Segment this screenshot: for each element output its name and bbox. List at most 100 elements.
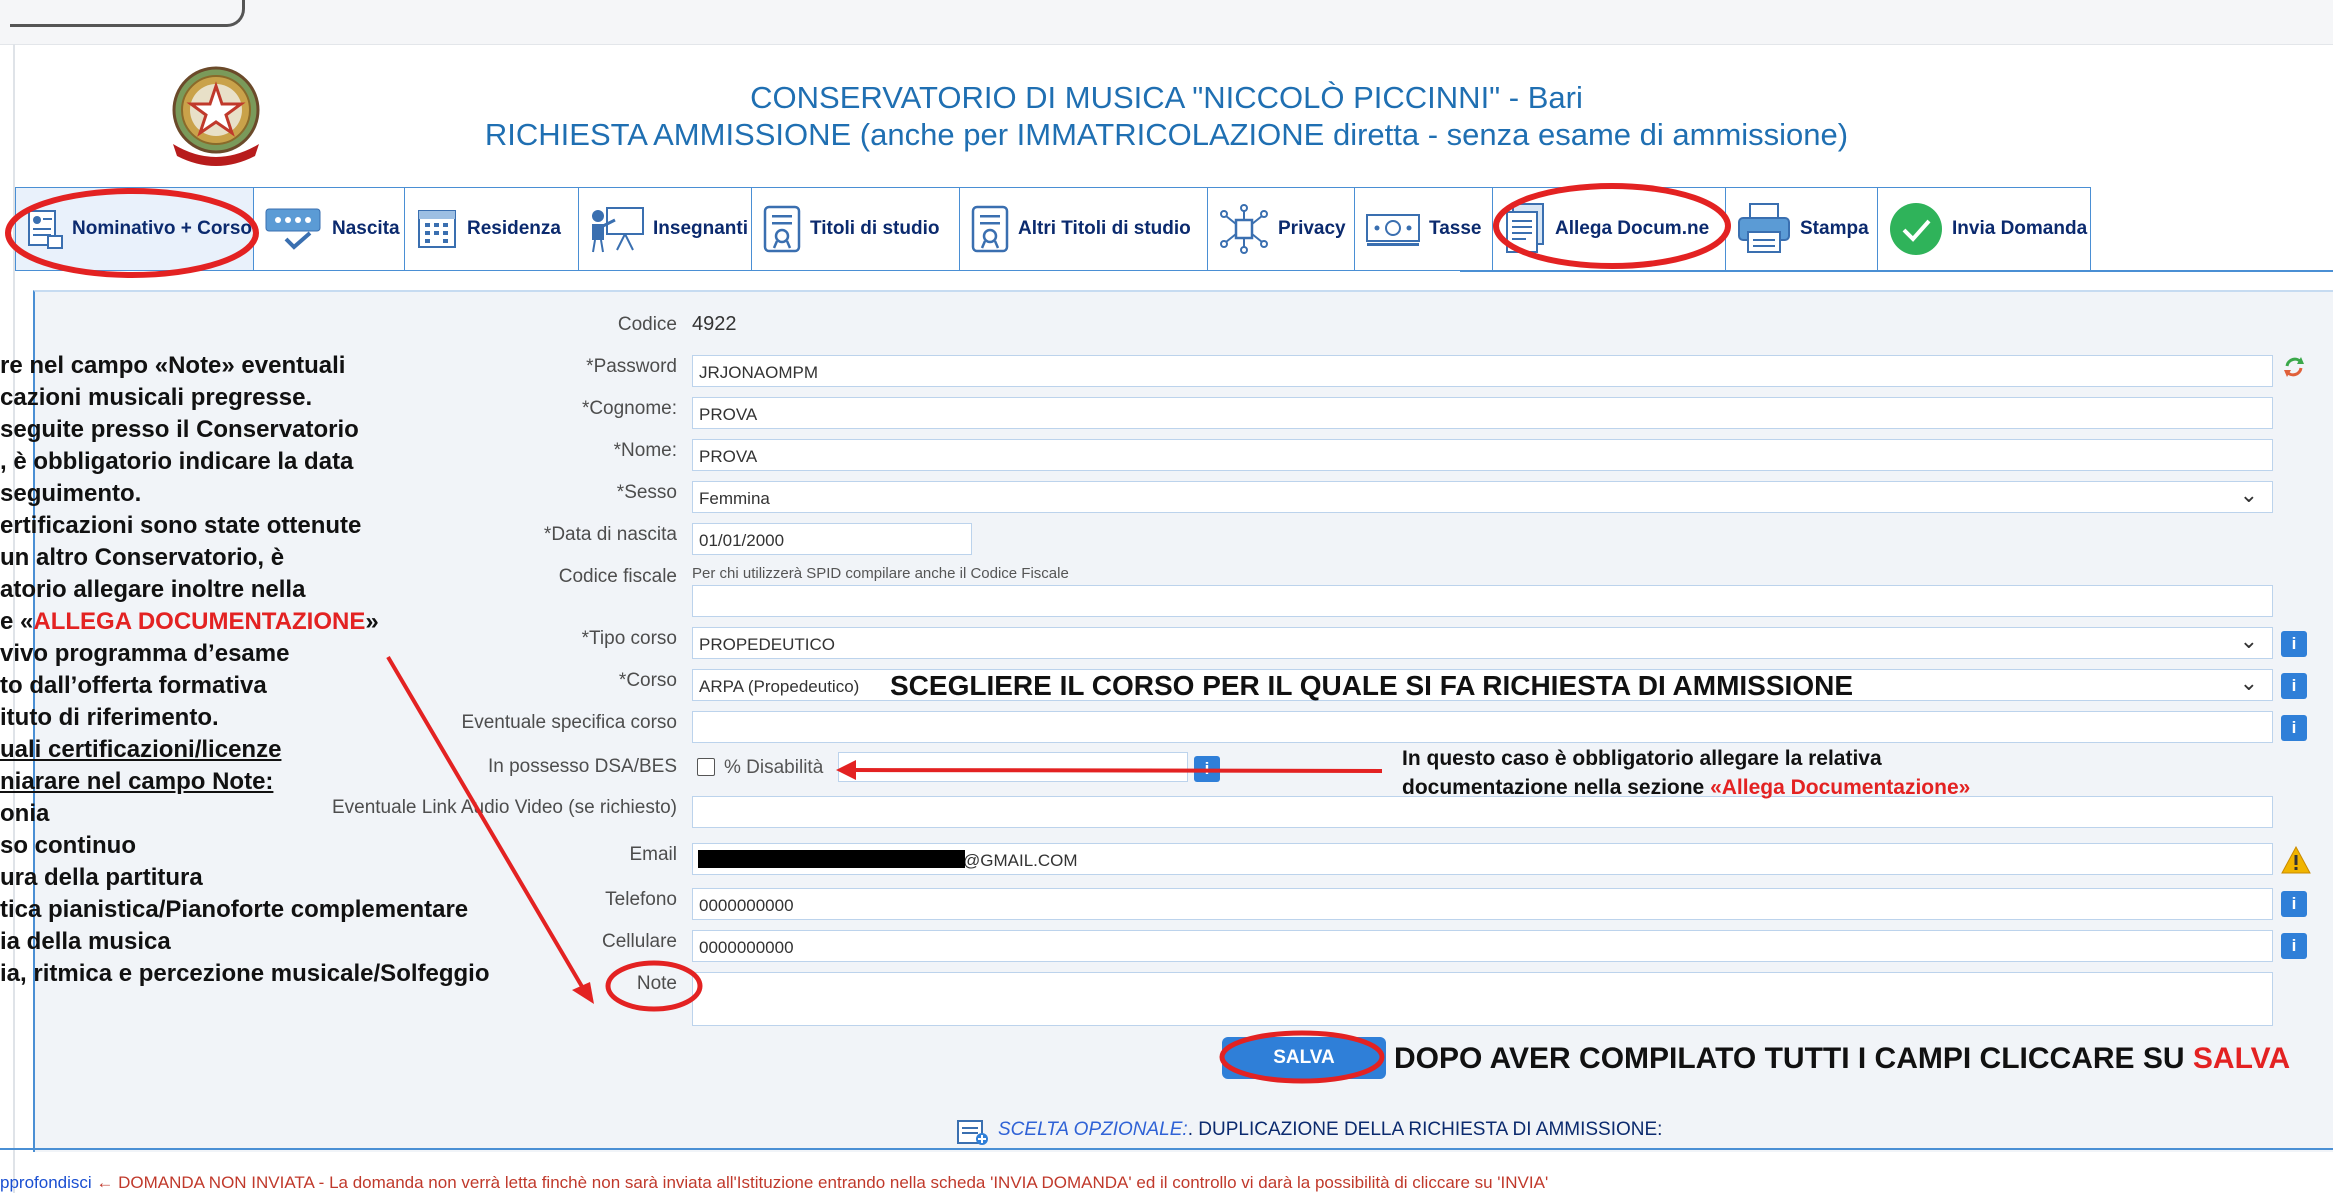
nome-label: *Nome: <box>613 440 677 461</box>
tab-label: Residenza <box>467 218 561 239</box>
cellulare-label: Cellulare <box>602 931 677 952</box>
tipo-corso-label: *Tipo corso <box>581 628 677 649</box>
note-line: ituto di riferimento. <box>0 704 219 731</box>
note-line: atorio allegare inoltre nella <box>0 576 306 603</box>
note-allega-suffix: » <box>365 608 379 635</box>
info-icon[interactable]: i <box>2281 631 2307 657</box>
tab-insegnanti[interactable]: Insegnanti <box>579 187 752 271</box>
cellulare-field[interactable]: 0000000000 <box>692 930 2273 962</box>
note-label: Note <box>636 973 677 994</box>
tab-label: Allega Docum.ne <box>1555 218 1710 239</box>
tab-residenza[interactable]: Residenza <box>405 187 579 271</box>
tab-label: Privacy <box>1278 218 1346 239</box>
info-icon[interactable]: i <box>2281 673 2307 699</box>
note-line: tica pianistica/Pianoforte complementare <box>0 896 469 923</box>
nome-field[interactable]: PROVA <box>692 439 2273 471</box>
network-icon <box>1218 204 1270 254</box>
note-line: seguimento. <box>0 480 142 507</box>
disabilita-percent-field[interactable] <box>838 752 1188 782</box>
duplicate-icon[interactable] <box>956 1117 990 1147</box>
bottom-rule <box>0 1148 2333 1150</box>
refresh-password-icon[interactable] <box>2281 354 2307 380</box>
codice-fiscale-field[interactable] <box>692 585 2273 617</box>
data-nascita-label: *Data di nascita <box>543 524 677 545</box>
dsa-bes-label: In possesso DSA/BES <box>487 756 677 777</box>
info-icon[interactable]: i <box>2281 933 2307 959</box>
note-allega-prefix: e « <box>0 608 34 635</box>
note-line: uali certificazioni/licenze <box>0 736 282 763</box>
tab-tasse[interactable]: Tasse <box>1355 187 1493 271</box>
approfondisci-link[interactable]: pprofondisci <box>0 1173 92 1192</box>
cognome-field[interactable]: PROVA <box>692 397 2273 429</box>
top-curve-decoration <box>10 0 245 27</box>
tab-label: Stampa <box>1800 218 1869 239</box>
info-icon[interactable]: i <box>2281 715 2307 741</box>
data-nascita-field[interactable]: 01/01/2000 <box>692 523 972 555</box>
certificate-icon <box>762 204 802 254</box>
tab-label: Tasse <box>1429 218 1482 239</box>
disabilita-checkbox[interactable] <box>697 758 715 776</box>
telefono-label: Telefono <box>605 889 677 910</box>
optional-duplication[interactable]: SCELTA OPZIONALE:. DUPLICAZIONE DELLA RI… <box>998 1119 1662 1141</box>
check-circle-icon <box>1888 201 1944 257</box>
tab-label: Altri Titoli di studio <box>1018 218 1191 239</box>
tab-privacy[interactable]: Privacy <box>1208 187 1355 271</box>
dsa-annotation-line2: documentazione nella sezione «Allega Doc… <box>1402 773 1970 802</box>
salva-annotation-prefix: DOPO AVER COMPILATO TUTTI I CAMPI CLICCA… <box>1394 1042 2193 1075</box>
dsa-annotation-prefix: documentazione nella sezione <box>1402 776 1711 799</box>
top-bar <box>0 0 2333 45</box>
note-line: , è obbligatorio indicare la data <box>0 448 354 475</box>
sesso-select[interactable]: Femmina <box>692 481 2273 513</box>
disabilita-label: % Disabilità <box>724 757 824 778</box>
info-icon[interactable]: i <box>2281 891 2307 917</box>
note-allega-red: ALLEGA DOCUMENTAZIONE <box>33 608 366 635</box>
note-line: ertificazioni sono state ottenute <box>0 512 362 539</box>
codice-label: Codice <box>617 314 677 335</box>
tab-invia-domanda[interactable]: Invia Domanda <box>1878 187 2091 271</box>
tab-altri-titoli-di-studio[interactable]: Altri Titoli di studio <box>960 187 1208 271</box>
cognome-label: *Cognome: <box>581 398 677 419</box>
email-redaction <box>698 850 965 868</box>
salva-annotation: DOPO AVER COMPILATO TUTTI I CAMPI CLICCA… <box>1394 1042 2290 1076</box>
tab-titoli-di-studio[interactable]: Titoli di studio <box>752 187 960 271</box>
password-field[interactable]: JRJONAOMPM <box>692 355 2273 387</box>
certificate-icon <box>970 204 1010 254</box>
user-form-icon <box>26 208 64 250</box>
page-title-request: RICHIESTA AMMISSIONE (anche per IMMATRIC… <box>484 117 1849 152</box>
page-title-institution: CONSERVATORIO DI MUSICA "NICCOLÒ PICCINN… <box>750 80 1583 115</box>
note-line-allega: e «ALLEGA DOCUMENTAZIONE» <box>0 606 490 638</box>
printer-icon <box>1736 202 1792 256</box>
tab-label: Insegnanti <box>653 218 749 239</box>
note-line: ia della musica <box>0 928 171 955</box>
tab-nominativo-corso[interactable]: Nominativo + Corso <box>15 187 254 271</box>
banknote-icon <box>1365 207 1421 251</box>
tab-nascita[interactable]: Nascita <box>254 187 405 271</box>
info-icon[interactable]: i <box>1194 756 1220 782</box>
footer-status: pprofondisci ← DOMANDA NON INVIATA - La … <box>0 1173 2333 1193</box>
teacher-board-icon <box>589 204 645 254</box>
password-label: *Password <box>586 356 677 377</box>
save-button[interactable]: SALVA <box>1222 1037 1386 1079</box>
telefono-field[interactable]: 0000000000 <box>692 888 2273 920</box>
note-line: ia, ritmica e percezione musicale/Solfeg… <box>0 960 490 987</box>
optional-text: . DUPLICAZIONE DELLA RICHIESTA DI AMMISS… <box>1187 1119 1663 1140</box>
note-line: cazioni musicali pregresse. <box>0 384 313 411</box>
codice-value: 4922 <box>692 313 737 335</box>
specifica-corso-field[interactable] <box>692 711 2273 743</box>
document-icon <box>1503 202 1547 256</box>
codice-fiscale-label: Codice fiscale <box>558 566 677 587</box>
note-line: so continuo <box>0 832 136 859</box>
note-line: re nel campo «Note» eventuali <box>0 352 346 379</box>
left-annotation: re nel campo «Note» eventuali cazioni mu… <box>0 350 490 990</box>
note-line: vivo programma d’esame <box>0 640 290 667</box>
corso-label: *Corso <box>618 670 677 691</box>
note-textarea[interactable] <box>692 972 2273 1026</box>
tab-allega-documentazione[interactable]: Allega Docum.ne <box>1493 187 1726 271</box>
building-icon <box>415 207 459 251</box>
codice-fiscale-hint: Per chi utilizzerà SPID compilare anche … <box>692 565 1069 582</box>
tab-stampa[interactable]: Stampa <box>1726 187 1878 271</box>
warning-icon[interactable] <box>2281 845 2311 874</box>
note-line: onia <box>0 800 50 827</box>
tipo-corso-select[interactable]: PROPEDEUTICO <box>692 627 2273 659</box>
dsa-annotation: In questo caso è obbligatorio allegare l… <box>1402 744 1970 802</box>
